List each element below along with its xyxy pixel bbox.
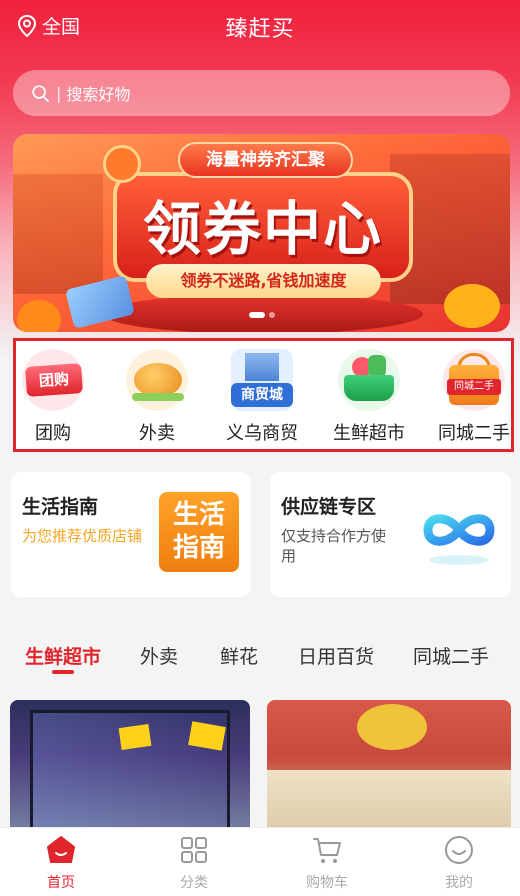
- bottom-navigation: 首页 分类 购物车 我的: [0, 827, 520, 896]
- roast-chicken-icon: [126, 349, 188, 411]
- life-guide-desc: 为您推荐优质店铺: [22, 527, 143, 545]
- category-local-secondhand[interactable]: 同城二手 同城二手: [424, 349, 520, 445]
- product-image-banana: [357, 704, 427, 750]
- category-takeout[interactable]: 外卖: [107, 349, 207, 445]
- product-tabs: 生鲜超市 外卖 鲜花 日用百货 同城二手: [0, 618, 520, 690]
- search-placeholder: 搜索好物: [66, 85, 131, 104]
- category-row: 团购 团购 外卖 商贸城 义乌商贸 生鲜超市 同城二手 同城二手: [13, 338, 514, 452]
- trade-city-icon: 商贸城: [231, 349, 293, 411]
- shopping-bag-icon-text: 同城二手: [447, 379, 501, 395]
- product-card[interactable]: [267, 700, 511, 840]
- banner-shelf-left: [13, 174, 103, 294]
- check-badge-icon: [103, 145, 141, 183]
- nav-label: 购物车: [306, 875, 348, 891]
- banner-tag: 海量神券齐汇聚: [178, 142, 353, 178]
- search-bar[interactable]: | 搜索好物: [13, 70, 510, 116]
- category-label: 团购: [35, 423, 71, 444]
- grid-icon: [181, 837, 207, 863]
- category-label: 外卖: [139, 423, 175, 444]
- life-guide-title: 生活指南: [22, 496, 99, 518]
- group-buy-icon: 团购: [22, 349, 84, 411]
- pager-dot: [268, 312, 275, 318]
- category-fresh-market[interactable]: 生鲜超市: [319, 349, 419, 445]
- profile-icon: [445, 836, 473, 864]
- header: 全国 臻赶买: [0, 0, 520, 52]
- banner-pager: [13, 303, 510, 322]
- pager-dot-active: [248, 312, 265, 318]
- app-title: 臻赶买: [225, 17, 295, 42]
- supply-chain-card[interactable]: 供应链专区 仅支持合作方使用: [270, 472, 511, 597]
- trade-city-icon-text: 商贸城: [231, 383, 293, 407]
- nav-category[interactable]: 分类: [154, 834, 234, 892]
- category-group-buy[interactable]: 团购 团购: [3, 349, 103, 445]
- category-yiwu-trade[interactable]: 商贸城 义乌商贸: [212, 349, 312, 445]
- search-icon: [32, 84, 49, 102]
- supply-chain-title: 供应链专区: [281, 496, 377, 518]
- tab-fresh-market[interactable]: 生鲜超市: [25, 642, 101, 669]
- active-tab-indicator: [52, 670, 74, 674]
- nav-label: 分类: [180, 875, 208, 891]
- product-card[interactable]: [10, 700, 250, 840]
- tab-local-secondhand[interactable]: 同城二手: [413, 642, 489, 669]
- coupon-banner[interactable]: 海量神券齐汇聚 领券中心 领券不迷路,省钱加速度: [13, 134, 510, 332]
- tab-flowers[interactable]: 鲜花: [220, 642, 258, 669]
- infinity-icon: [423, 514, 495, 565]
- category-label: 义乌商贸: [226, 423, 298, 444]
- nav-cart[interactable]: 购物车: [287, 834, 367, 892]
- group-buy-icon-text: 团购: [25, 363, 83, 397]
- category-label: 同城二手: [438, 423, 510, 444]
- banner-subline: 领券不迷路,省钱加速度: [146, 264, 381, 298]
- tab-daily-goods[interactable]: 日用百货: [298, 642, 374, 669]
- nav-home[interactable]: 首页: [21, 834, 101, 892]
- life-guide-badge: 生活 指南: [159, 492, 239, 572]
- nav-label: 首页: [47, 875, 75, 891]
- nav-label: 我的: [445, 875, 473, 891]
- nav-profile[interactable]: 我的: [419, 834, 499, 892]
- search-cursor: |: [56, 83, 62, 103]
- banner-headline: 领券中心: [142, 195, 383, 263]
- shopping-bag-icon: 同城二手: [443, 349, 505, 411]
- supply-chain-desc: 仅支持合作方使用: [281, 527, 387, 565]
- tab-takeout[interactable]: 外卖: [140, 642, 178, 669]
- life-guide-card[interactable]: 生活指南 为您推荐优质店铺 生活 指南: [11, 472, 251, 597]
- category-label: 生鲜超市: [333, 423, 405, 444]
- grocery-basket-icon: [338, 349, 400, 411]
- home-icon: [47, 836, 75, 863]
- cart-icon: [313, 838, 341, 863]
